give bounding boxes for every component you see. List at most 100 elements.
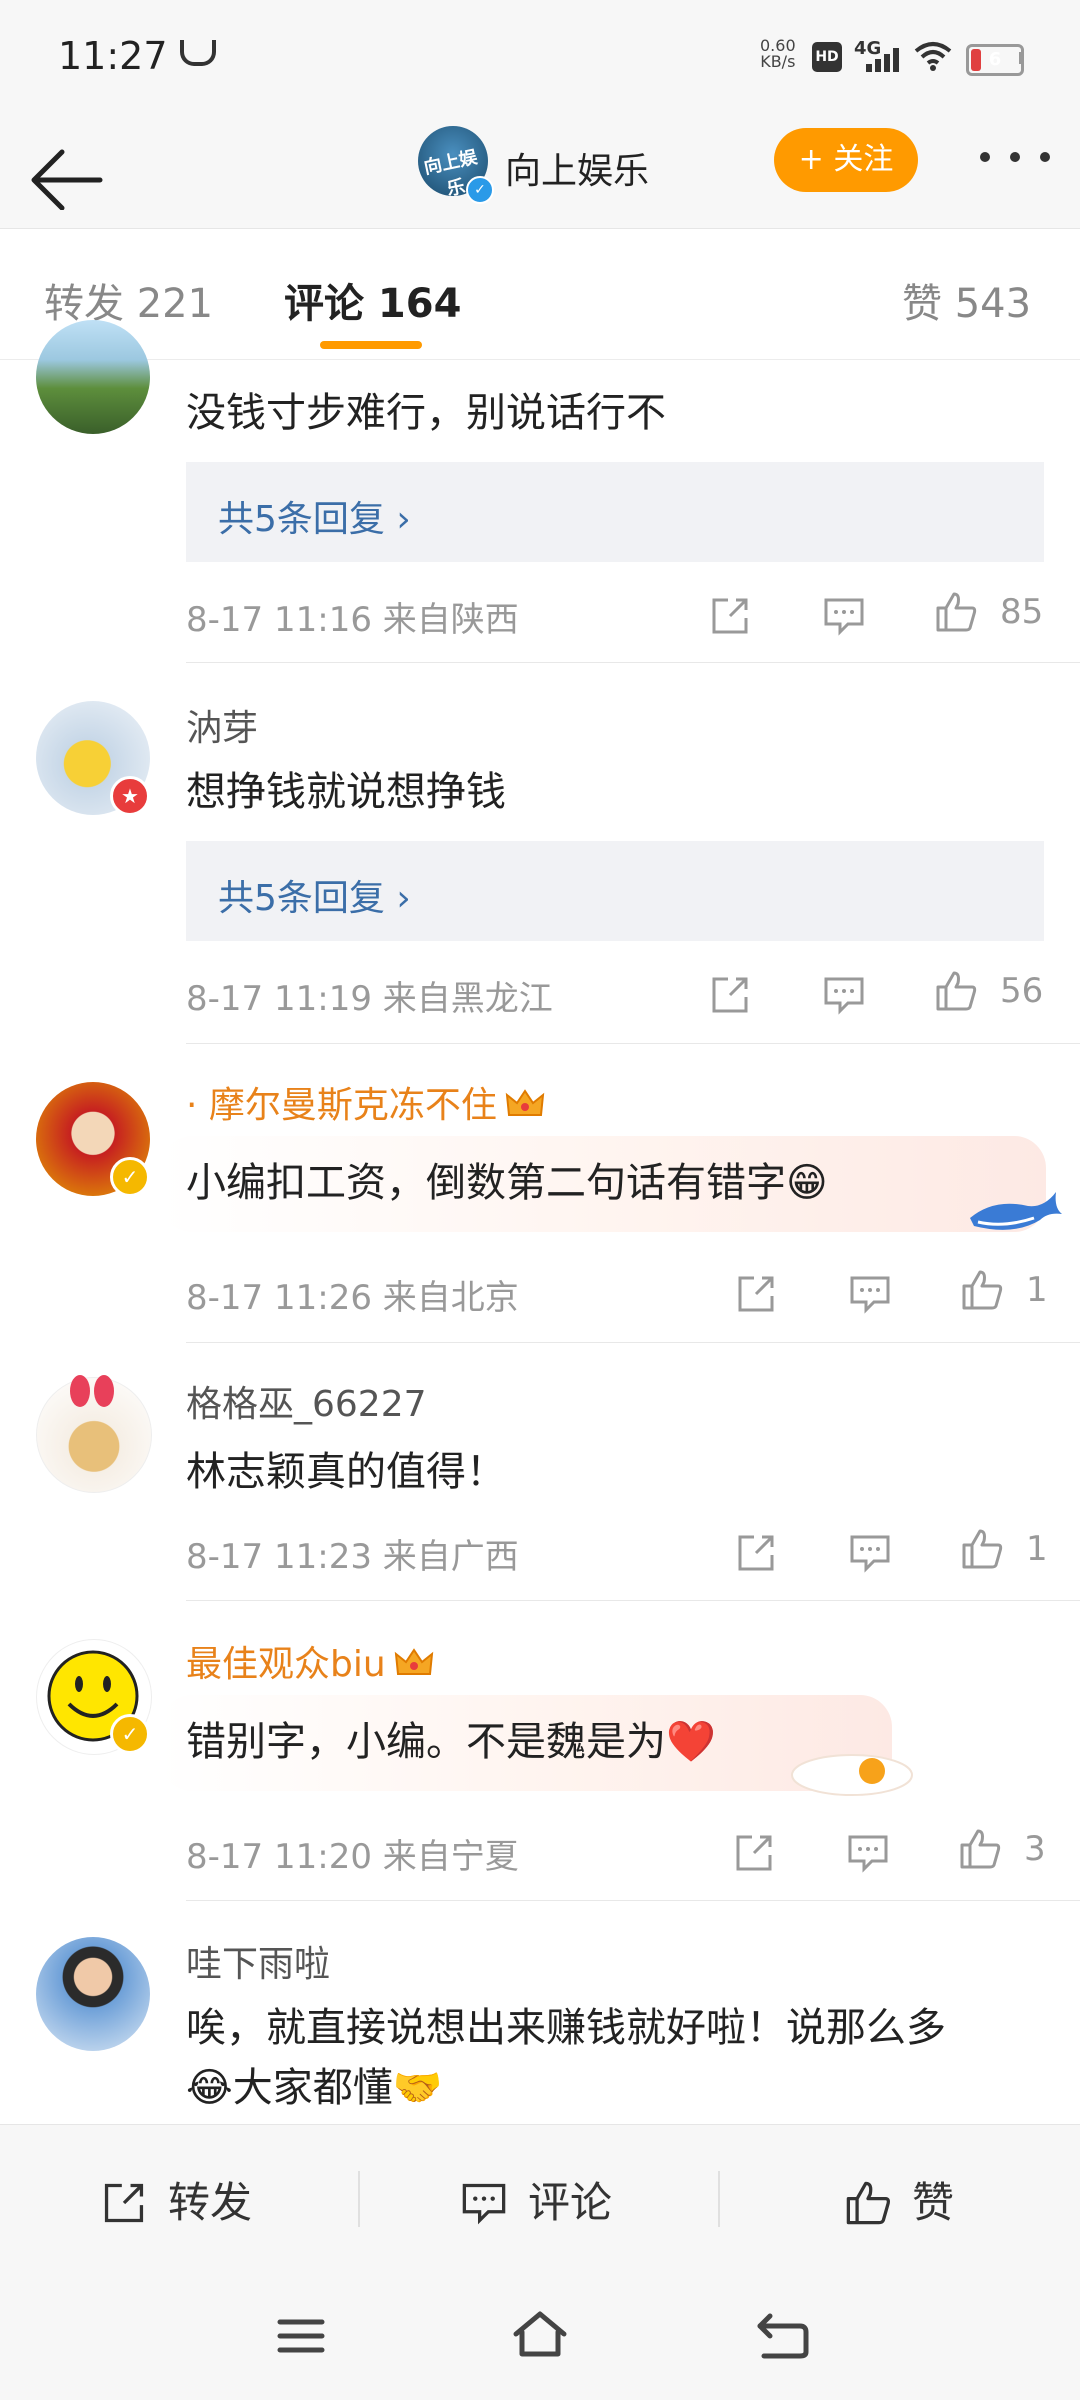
crown-badge-icon — [505, 1089, 545, 1116]
like-icon[interactable] — [958, 1827, 1002, 1871]
signal-icon — [866, 48, 906, 72]
tab-like[interactable]: 赞 543 — [902, 271, 1031, 329]
comment-text: 林志颖真的值得！ — [186, 1449, 506, 1495]
whale-sticker-icon — [970, 1192, 1062, 1230]
username[interactable]: 汭芽 — [186, 699, 258, 751]
menu-icon[interactable] — [276, 2314, 326, 2358]
comment-time: 8-17 11:20 — [186, 1837, 372, 1877]
comment-icon — [462, 2183, 506, 2225]
comment-item: ✓ 最佳观众biu 错别字，小编。不是魏是为❤️ 8-17 11:20 来自宁夏… — [0, 1601, 1080, 1900]
separator — [718, 2171, 720, 2227]
verified-icon: ✓ — [110, 1714, 150, 1754]
tab-comment[interactable]: 评论 164 — [284, 271, 461, 329]
username-label: · 摩尔曼斯克冻不住 — [186, 1085, 497, 1126]
speed-unit: KB/s — [760, 52, 796, 71]
comment-item: ✓ · 摩尔曼斯克冻不住 小编扣工资，倒数第二句话有错字😁 8-17 11:26… — [0, 1044, 1080, 1342]
egg-sticker-icon — [791, 1754, 913, 1796]
username[interactable]: 哇下雨啦 — [186, 1935, 330, 1987]
hd-icon: HD — [812, 42, 842, 72]
like-count: 1 — [1026, 1270, 1048, 1310]
bunny-ears-icon — [70, 1375, 114, 1407]
username[interactable]: 最佳观众biu — [186, 1635, 434, 1687]
comment-time: 8-17 11:23 — [186, 1537, 372, 1577]
status-bar: 11:27 0.60 KB/s HD 4G 6 — [0, 0, 1080, 110]
back-arrow-icon[interactable] — [28, 130, 108, 210]
verified-icon: ✓ — [466, 176, 494, 204]
share-icon[interactable] — [734, 1531, 778, 1575]
follow-button[interactable]: + 关注 — [774, 128, 918, 192]
more-dots-icon[interactable] — [980, 152, 1054, 168]
comment-text-line1: 唉，就直接说想出来赚钱就好啦！说那么多 — [186, 2005, 946, 2051]
share-icon[interactable] — [732, 1831, 776, 1875]
like-icon[interactable] — [934, 969, 978, 1013]
bottom-action-bar: 转发 评论 赞 — [0, 2124, 1080, 2275]
wifi-icon — [914, 42, 952, 71]
comment-time: 8-17 11:19 — [186, 979, 372, 1019]
replies-link[interactable]: 共5条回复 › — [186, 841, 1044, 941]
share-icon[interactable] — [708, 594, 752, 638]
home-icon[interactable] — [510, 2310, 570, 2360]
comment-meta: 8-17 11:26 来自北京 — [186, 1270, 519, 1319]
comment-icon[interactable] — [822, 973, 866, 1017]
comment-item: 没钱寸步难行，别说话行不 共5条回复 › 8-17 11:16 来自陕西 85 — [0, 320, 1080, 662]
battery-level: 6 — [988, 49, 1002, 70]
top-header: 向上娱乐 ✓ 向上娱乐 + 关注 — [0, 110, 1080, 229]
repost-button[interactable]: 转发 — [100, 2169, 252, 2230]
user-avatar[interactable] — [36, 320, 150, 434]
comment-location: 来自陕西 — [382, 600, 519, 640]
back-nav-icon[interactable] — [754, 2312, 810, 2360]
like-icon — [846, 2181, 890, 2225]
comment-text: 错别字，小编。不是魏是为❤️ — [186, 1719, 716, 1765]
comment-meta: 8-17 11:23 来自广西 — [186, 1529, 519, 1578]
comment-location: 来自北京 — [382, 1278, 519, 1318]
username[interactable]: 格格巫_66227 — [186, 1375, 427, 1427]
comment-meta: 8-17 11:19 来自黑龙江 — [186, 971, 553, 1020]
comment-item: 格格巫_66227 林志颖真的值得！ 8-17 11:23 来自广西 1 — [0, 1343, 1080, 1600]
like-button[interactable]: 赞 — [844, 2169, 954, 2230]
comment-icon[interactable] — [822, 594, 866, 638]
comment-icon[interactable] — [848, 1272, 892, 1316]
notification-icon — [180, 40, 216, 66]
comment-text-line2: 😂大家都懂🤝 — [186, 2065, 443, 2111]
like-icon[interactable] — [960, 1268, 1004, 1312]
tab-repost[interactable]: 转发 221 — [44, 271, 213, 329]
verified-icon: ✓ — [110, 1157, 150, 1197]
comment-text: 没钱寸步难行，别说话行不 — [186, 390, 666, 436]
battery-cap — [1019, 52, 1024, 64]
comment-icon[interactable] — [848, 1531, 892, 1575]
share-icon — [104, 2183, 144, 2223]
username-label: 最佳观众biu — [186, 1644, 386, 1685]
comment-label: 评论 — [528, 2178, 613, 2227]
share-icon[interactable] — [708, 973, 752, 1017]
comment-text: 小编扣工资，倒数第二句话有错字😁 — [186, 1160, 828, 1206]
comment-meta: 8-17 11:20 来自宁夏 — [186, 1829, 519, 1878]
comment-item: ★ 汭芽 想挣钱就说想挣钱 共5条回复 › 8-17 11:19 来自黑龙江 5… — [0, 663, 1080, 1043]
like-count: 1 — [1026, 1529, 1048, 1569]
comment-time: 8-17 11:16 — [186, 600, 372, 640]
account-name[interactable]: 向上娱乐 — [505, 142, 649, 194]
like-label: 赞 — [912, 2178, 955, 2227]
like-count: 56 — [1000, 971, 1044, 1011]
vip-badge-icon: ★ — [110, 776, 150, 816]
user-avatar[interactable] — [36, 1937, 150, 2051]
replies-label: 共5条回复 › — [218, 499, 411, 540]
status-time: 11:27 — [58, 34, 168, 78]
like-count: 85 — [1000, 592, 1044, 632]
comment-button[interactable]: 评论 — [460, 2169, 612, 2230]
battery-icon: 6 — [966, 44, 1024, 76]
tab-bar: 转发 221 评论 164 赞 543 — [0, 229, 1080, 360]
tab-indicator — [320, 341, 422, 349]
share-icon[interactable] — [734, 1272, 778, 1316]
username[interactable]: · 摩尔曼斯克冻不住 — [186, 1076, 545, 1128]
replies-link[interactable]: 共5条回复 › — [186, 462, 1044, 562]
like-icon[interactable] — [960, 1527, 1004, 1571]
comment-location: 来自广西 — [382, 1537, 519, 1577]
like-icon[interactable] — [934, 590, 978, 634]
replies-label: 共5条回复 › — [218, 878, 411, 919]
separator — [358, 2171, 360, 2227]
comment-icon[interactable] — [846, 1831, 890, 1875]
comment-time: 8-17 11:26 — [186, 1278, 372, 1318]
network-speed: 0.60 KB/s — [760, 38, 796, 70]
comment-item: 哇下雨啦 唉，就直接说想出来赚钱就好啦！说那么多 😂大家都懂🤝 — [0, 1901, 1080, 2124]
comment-meta: 8-17 11:16 来自陕西 — [186, 592, 519, 641]
